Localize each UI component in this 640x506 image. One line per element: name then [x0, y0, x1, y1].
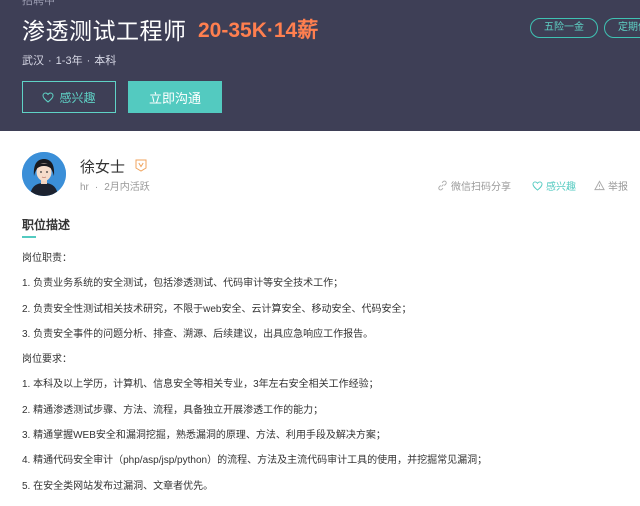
salary: 20-35K·14薪 — [198, 19, 319, 42]
avatar-image — [22, 152, 66, 196]
recruiter-role: hr — [80, 182, 89, 193]
description-line: 5. 在安全类网站发布过漏洞、文章者优先。 — [22, 480, 214, 492]
description-line: 4. 精通代码安全审计（php/asp/jsp/python）的流程、方法及主流… — [22, 455, 488, 467]
section-underline — [22, 236, 36, 238]
description-line: 1. 本科及以上学历，计算机、信息安全等相关专业，3年左右安全相关工作经验； — [22, 379, 379, 391]
benefit-tag: 定期体检 — [604, 18, 640, 38]
verified-badge-icon — [135, 159, 147, 172]
warning-icon — [594, 180, 605, 191]
link-icon — [438, 180, 447, 191]
job-meta: 武汉 · 1-3年 · 本科 — [22, 55, 117, 67]
recruiter-name: 徐女士 — [80, 159, 126, 176]
benefit-tag: 五险一金 — [530, 18, 598, 38]
recruiter-meta: hr · 2月内活跃 — [80, 182, 150, 193]
chat-now-button[interactable]: 立即沟通 — [128, 81, 222, 113]
section-title: 职位描述 — [22, 218, 71, 232]
description-line: 2. 精通渗透测试步骤、方法、流程，具备独立开展渗透工作的能力； — [22, 404, 324, 416]
job-title: 渗透测试工程师 — [22, 18, 187, 44]
description-line: 1. 负责业务系统的安全测试，包括渗透测试、代码审计等安全技术工作； — [22, 278, 344, 290]
job-header: 招聘中 渗透测试工程师 20-35K·14薪 武汉 · 1-3年 · 本科 五险一金 定期… — [0, 0, 640, 131]
heart-icon — [532, 180, 543, 191]
job-education: 本科 — [94, 55, 117, 67]
description-line: 岗位职责： — [22, 253, 72, 264]
heart-icon — [42, 91, 54, 103]
description-line: 2. 负责安全性测试相关技术研究，不限于web安全、云计算安全、移动安全、代码安… — [22, 303, 412, 315]
job-city: 武汉 — [22, 55, 44, 67]
share-label: 微信扫码分享 — [451, 182, 511, 193]
interest-button[interactable]: 感兴趣 — [22, 81, 116, 113]
report-action[interactable]: 举报 — [594, 178, 628, 193]
avatar[interactable] — [22, 152, 66, 196]
favorite-label: 感兴趣 — [546, 182, 576, 193]
share-action[interactable]: 微信扫码分享 — [437, 178, 511, 193]
job-description: 岗位职责： 1. 负责业务系统的安全测试，包括渗透测试、代码审计等安全技术工作；… — [22, 252, 632, 505]
recruiter-active: 2月内活跃 — [104, 182, 150, 193]
job-experience: 1-3年 — [55, 55, 83, 67]
favorite-action[interactable]: 感兴趣 — [532, 178, 576, 193]
description-line: 3. 负责安全事件的问题分析、排查、溯源、后续建议，出具应急响应工作报告。 — [22, 328, 374, 340]
breadcrumb: 招聘中 — [22, 0, 55, 7]
description-line: 3. 精通掌握WEB安全和漏洞挖掘，熟悉漏洞的原理、方法、利用手段及解决方案； — [22, 430, 386, 442]
interest-button-label: 感兴趣 — [59, 90, 96, 105]
report-label: 举报 — [608, 182, 628, 193]
description-line: 岗位要求： — [22, 354, 72, 366]
benefit-tags: 五险一金定期体检 — [530, 17, 640, 38]
